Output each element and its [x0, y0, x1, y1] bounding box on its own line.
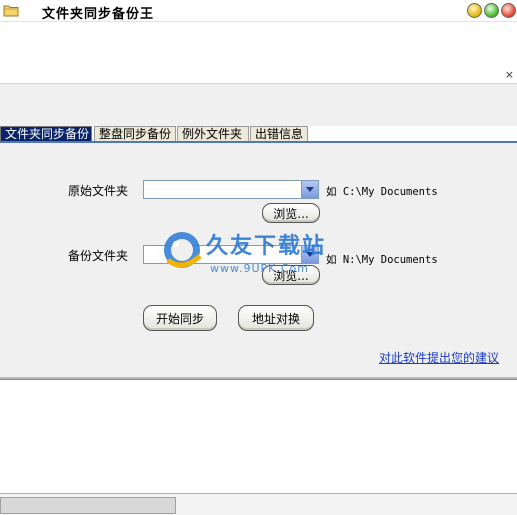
backup-folder-label: 备份文件夹 [68, 249, 129, 263]
source-folder-hint: 如 C:\My Documents [326, 186, 438, 198]
watermark-logo-icon [164, 232, 202, 268]
source-browse-button[interactable]: 浏览... [262, 203, 320, 223]
folder-icon [3, 5, 19, 17]
watermark-url: www.9UPK.Com [210, 262, 309, 275]
close-button[interactable] [501, 3, 516, 18]
tab-strip: 文件夹同步备份 整盘同步备份 例外文件夹 出错信息 [0, 126, 517, 142]
tab-disk-sync[interactable]: 整盘同步备份 [94, 126, 176, 142]
start-sync-button[interactable]: 开始同步 [143, 305, 217, 331]
top-area [0, 22, 517, 83]
window-title: 文件夹同步备份王 [42, 7, 155, 22]
chevron-down-icon[interactable] [301, 181, 318, 198]
tab-error-info[interactable]: 出错信息 [250, 126, 308, 142]
watermark-text: 久友下载站 [206, 234, 327, 259]
tab-exclude-folders[interactable]: 例外文件夹 [177, 126, 249, 142]
toolbar-band [0, 83, 517, 126]
swap-paths-button[interactable]: 地址对换 [238, 305, 314, 331]
backup-folder-hint: 如 N:\My Documents [326, 254, 438, 266]
title-bar[interactable]: 文件夹同步备份王 [0, 0, 517, 22]
maximize-button[interactable] [484, 3, 499, 18]
horizontal-scrollbar[interactable] [0, 493, 517, 515]
feedback-link[interactable]: 对此软件提出您的建议 [379, 349, 499, 366]
source-folder-label: 原始文件夹 [68, 184, 129, 198]
minimize-button[interactable] [467, 3, 482, 18]
scrollbar-thumb[interactable] [0, 497, 176, 514]
watermark: 久友下载站 www.9UPK.Com [162, 228, 342, 290]
panel-close-icon[interactable]: × [505, 68, 514, 81]
content-divider [0, 377, 517, 380]
source-folder-combo[interactable] [143, 180, 319, 199]
app-window: 文件夹同步备份王 × 文件夹同步备份 整盘同步备份 例外文件夹 出错信息 原始文… [0, 0, 517, 515]
log-area [0, 381, 517, 491]
tab-folder-sync[interactable]: 文件夹同步备份 [0, 126, 92, 142]
